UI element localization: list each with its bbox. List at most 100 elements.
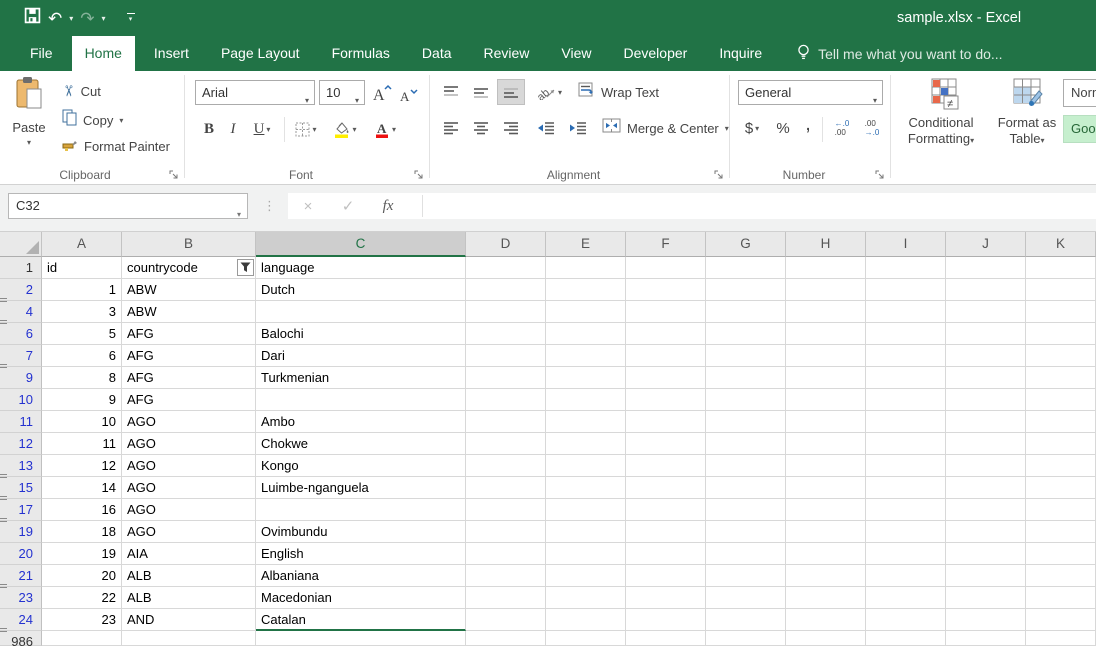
cell-D10[interactable] <box>466 389 546 411</box>
cell-D1[interactable] <box>466 257 546 279</box>
cell-I986[interactable] <box>866 631 946 646</box>
cell-D9[interactable] <box>466 367 546 389</box>
cell-C11[interactable]: Ambo <box>256 411 466 433</box>
cell-K23[interactable] <box>1026 587 1096 609</box>
cell-G13[interactable] <box>706 455 786 477</box>
cell-J12[interactable] <box>946 433 1026 455</box>
cell-A7[interactable]: 6 <box>42 345 122 367</box>
cell-H9[interactable] <box>786 367 866 389</box>
cell-C2[interactable]: Dutch <box>256 279 466 301</box>
underline-dropdown-icon[interactable]: ▾ <box>266 125 270 134</box>
cell-J11[interactable] <box>946 411 1026 433</box>
cell-H17[interactable] <box>786 499 866 521</box>
cell-E11[interactable] <box>546 411 626 433</box>
name-box[interactable]: C32 ▾ <box>8 193 248 219</box>
fill-color-button[interactable]: ▾ <box>328 117 362 141</box>
cell-C986[interactable] <box>256 631 466 646</box>
cell-C17[interactable] <box>256 499 466 521</box>
row-header-17[interactable]: 17 <box>0 499 42 521</box>
cell-G23[interactable] <box>706 587 786 609</box>
format-as-table-button[interactable]: Format as Table▾ <box>997 115 1057 149</box>
cell-K21[interactable] <box>1026 565 1096 587</box>
wrap-text-button[interactable]: Wrap Text <box>578 82 659 102</box>
row-header-10[interactable]: 10 <box>0 389 42 411</box>
cell-A1[interactable]: id <box>42 257 122 279</box>
cell-G4[interactable] <box>706 301 786 323</box>
cell-I20[interactable] <box>866 543 946 565</box>
decrease-decimal-button[interactable]: .00→.0 <box>858 115 886 141</box>
cell-D986[interactable] <box>466 631 546 646</box>
cell-A986[interactable] <box>42 631 122 646</box>
font-color-dropdown-icon[interactable]: ▾ <box>392 125 396 134</box>
cell-K15[interactable] <box>1026 477 1096 499</box>
cell-J23[interactable] <box>946 587 1026 609</box>
cell-C21[interactable]: Albaniana <box>256 565 466 587</box>
cell-K17[interactable] <box>1026 499 1096 521</box>
cell-F4[interactable] <box>626 301 706 323</box>
row-header-6[interactable]: 6 <box>0 323 42 345</box>
orientation-button[interactable]: ab ▾ <box>532 79 568 105</box>
cell-I2[interactable] <box>866 279 946 301</box>
cell-C4[interactable] <box>256 301 466 323</box>
cell-C1[interactable]: language <box>256 257 466 279</box>
cell-E2[interactable] <box>546 279 626 301</box>
cell-B12[interactable]: AGO <box>122 433 256 455</box>
cell-H7[interactable] <box>786 345 866 367</box>
cell-K13[interactable] <box>1026 455 1096 477</box>
cell-C7[interactable]: Dari <box>256 345 466 367</box>
italic-button[interactable]: I <box>225 117 241 141</box>
cell-J9[interactable] <box>946 367 1026 389</box>
cell-G12[interactable] <box>706 433 786 455</box>
cell-C13[interactable]: Kongo <box>256 455 466 477</box>
cell-H4[interactable] <box>786 301 866 323</box>
cell-K11[interactable] <box>1026 411 1096 433</box>
cell-G17[interactable] <box>706 499 786 521</box>
tell-me-box[interactable]: Tell me what you want to do... <box>796 36 1002 71</box>
cell-B6[interactable]: AFG <box>122 323 256 345</box>
row-header-986[interactable]: 986 <box>0 631 42 646</box>
cell-F24[interactable] <box>626 609 706 631</box>
cell-style-normal[interactable]: Norm <box>1063 79 1096 107</box>
font-size-combo[interactable]: 10 ▾ <box>319 80 365 105</box>
cell-J21[interactable] <box>946 565 1026 587</box>
copy-dropdown-icon[interactable]: ▾ <box>119 116 123 125</box>
cell-E12[interactable] <box>546 433 626 455</box>
row-header-4[interactable]: 4 <box>0 301 42 323</box>
cell-I17[interactable] <box>866 499 946 521</box>
cell-G10[interactable] <box>706 389 786 411</box>
cell-B13[interactable]: AGO <box>122 455 256 477</box>
column-header-E[interactable]: E <box>546 232 626 257</box>
cell-I15[interactable] <box>866 477 946 499</box>
orientation-dropdown-icon[interactable]: ▾ <box>558 88 562 97</box>
row-header-1[interactable]: 1 <box>0 257 42 279</box>
row-header-20[interactable]: 20 <box>0 543 42 565</box>
cell-A20[interactable]: 19 <box>42 543 122 565</box>
align-center-button[interactable] <box>467 115 495 141</box>
tab-file[interactable]: File <box>17 36 66 71</box>
cell-B21[interactable]: ALB <box>122 565 256 587</box>
cell-E19[interactable] <box>546 521 626 543</box>
cell-H6[interactable] <box>786 323 866 345</box>
cell-I10[interactable] <box>866 389 946 411</box>
cell-K9[interactable] <box>1026 367 1096 389</box>
percent-format-button[interactable]: % <box>772 115 794 141</box>
cell-E1[interactable] <box>546 257 626 279</box>
number-dialog-launcher-icon[interactable] <box>875 168 886 179</box>
cell-H24[interactable] <box>786 609 866 631</box>
cell-C12[interactable]: Chokwe <box>256 433 466 455</box>
cell-F19[interactable] <box>626 521 706 543</box>
cell-D24[interactable] <box>466 609 546 631</box>
column-header-K[interactable]: K <box>1026 232 1096 257</box>
comma-format-button[interactable]: , <box>800 111 816 137</box>
cell-D12[interactable] <box>466 433 546 455</box>
name-box-dropdown-icon[interactable]: ▾ <box>237 203 241 227</box>
cell-E9[interactable] <box>546 367 626 389</box>
cell-F20[interactable] <box>626 543 706 565</box>
cell-F2[interactable] <box>626 279 706 301</box>
cell-J2[interactable] <box>946 279 1026 301</box>
increase-indent-button[interactable] <box>564 115 592 141</box>
cell-J24[interactable] <box>946 609 1026 631</box>
underline-button[interactable]: U ▾ <box>245 117 279 141</box>
cell-D21[interactable] <box>466 565 546 587</box>
cell-C15[interactable]: Luimbe-nganguela <box>256 477 466 499</box>
